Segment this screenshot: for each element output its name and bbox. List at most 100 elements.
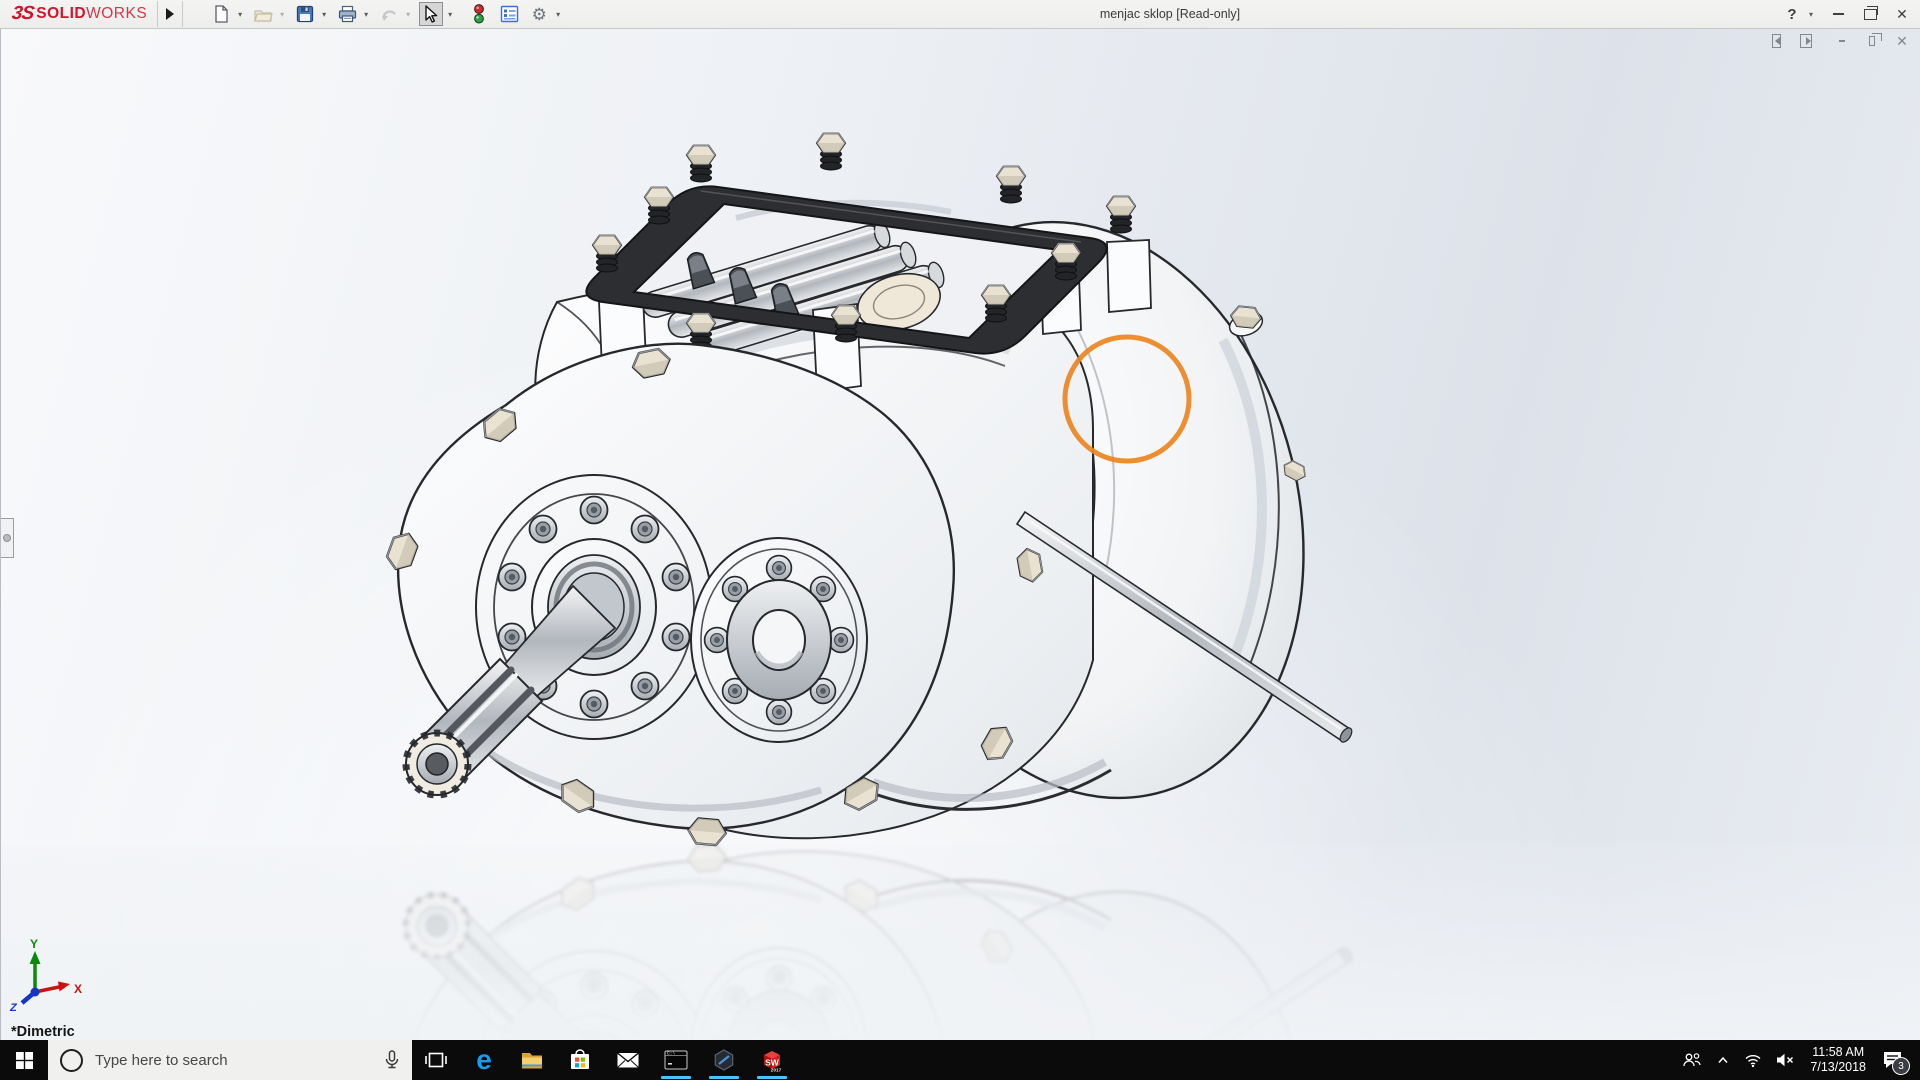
file-properties-button[interactable] (497, 2, 521, 26)
dropdown-caret[interactable]: ▾ (445, 10, 455, 19)
edge-icon: e (476, 1044, 492, 1075)
command-prompt-button[interactable]: C:\ (652, 1040, 700, 1080)
dropdown-caret[interactable]: ▾ (403, 10, 413, 19)
print-button[interactable] (335, 2, 359, 26)
windows-taskbar: Type here to search e C:\ SW 2017 11:58 … (0, 1040, 1920, 1080)
solidworks-2017-button[interactable]: SW 2017 (748, 1040, 796, 1080)
titlebar: 3S SOLID WORKS ▾ ▾ ▾ ▾ ▾ ▾ ⚙ ▾ menjac sk… (0, 0, 1920, 29)
doc-minimize-button[interactable] (1833, 33, 1851, 49)
logo-text-solid: SOLID (36, 5, 87, 22)
svg-text:SW: SW (765, 1058, 780, 1068)
start-button[interactable] (0, 1040, 48, 1080)
close-icon: ✕ (1896, 6, 1908, 22)
select-cursor-icon (425, 5, 438, 23)
help-button[interactable]: ? (1782, 2, 1802, 26)
clock[interactable]: 11:58 AM 7/13/2018 (1802, 1040, 1874, 1080)
action-center-button[interactable]: 3 (1874, 1040, 1916, 1080)
task-view-icon (425, 1052, 447, 1068)
task-view-button[interactable] (412, 1040, 460, 1080)
close-button[interactable]: ✕ (1888, 2, 1916, 26)
dropdown-caret[interactable]: ▾ (553, 10, 563, 19)
new-document-icon (215, 5, 228, 23)
open-button[interactable] (251, 2, 275, 26)
featuremanager-collapsed-tab[interactable] (1, 518, 14, 558)
wifi-icon (1745, 1055, 1761, 1068)
taskbar-search-field[interactable]: Type here to search (48, 1040, 412, 1080)
gearbox-model-scene[interactable]: Y X Z (1, 28, 1920, 1040)
separator (182, 1, 184, 27)
svg-text:C:\: C:\ (667, 1051, 675, 1057)
minimize-button[interactable] (1824, 2, 1852, 26)
y-axis-label: Y (30, 937, 38, 951)
z-axis-label: Z (9, 1002, 18, 1014)
store-icon (571, 1049, 589, 1069)
undo-button[interactable] (377, 2, 401, 26)
tab-dot-icon (3, 534, 11, 542)
gearbox-assembly-model[interactable] (384, 133, 1362, 845)
show-hidden-icons-button[interactable] (1709, 1040, 1737, 1080)
mail-button[interactable] (604, 1040, 652, 1080)
doc-close-button[interactable]: ✕ (1893, 33, 1911, 49)
dropdown-caret[interactable]: ▾ (235, 10, 245, 19)
restore-icon (1869, 33, 1882, 46)
minimize-icon (1832, 13, 1844, 15)
pane-left-icon (1771, 34, 1781, 48)
file-properties-icon (500, 5, 518, 23)
standard-toolbar: ▾ ▾ ▾ ▾ ▾ ▾ ⚙ ▾ (209, 0, 567, 28)
mail-envelope-icon (617, 1052, 639, 1068)
people-icon (1683, 1053, 1701, 1067)
restore-icon (1863, 5, 1878, 20)
select-tool-button[interactable] (419, 2, 444, 26)
tray-date: 7/13/2018 (1810, 1060, 1866, 1074)
save-button[interactable] (293, 2, 317, 26)
close-icon: ✕ (1896, 32, 1908, 49)
show-featuremanager-pane-button[interactable] (1767, 33, 1785, 49)
new-document-button[interactable] (209, 2, 233, 26)
tray-time: 11:58 AM (1812, 1045, 1865, 1059)
network-button[interactable] (1737, 1040, 1769, 1080)
chevron-up-icon (1718, 1056, 1728, 1063)
options-gear-icon: ⚙ (531, 4, 547, 24)
system-tray: 11:58 AM 7/13/2018 3 (1675, 1040, 1920, 1080)
undo-arrow-icon (381, 10, 396, 21)
microsoft-store-button[interactable] (556, 1040, 604, 1080)
taskbar-apps: e C:\ SW 2017 (412, 1040, 796, 1080)
dropdown-caret[interactable]: ▾ (319, 10, 329, 19)
cortana-icon (60, 1048, 83, 1072)
notification-badge: 3 (1892, 1057, 1910, 1075)
logo-text-works: WORKS (86, 5, 148, 22)
dropdown-caret[interactable]: ▾ (277, 10, 287, 19)
open-folder-icon (253, 10, 273, 22)
file-explorer-button[interactable] (508, 1040, 556, 1080)
svg-text:2017: 2017 (771, 1068, 782, 1074)
save-floppy-icon (297, 5, 314, 23)
solidworks-logo: 3S SOLID WORKS (0, 0, 157, 28)
document-window-controls: ✕ (1767, 33, 1911, 49)
doc-restore-button[interactable] (1863, 33, 1882, 49)
show-display-pane-button[interactable] (1797, 33, 1815, 49)
window-controls: ? ▾ ✕ (1782, 0, 1916, 28)
volume-button[interactable] (1769, 1040, 1802, 1080)
print-icon (338, 5, 356, 23)
hexagon-utility-button[interactable] (700, 1040, 748, 1080)
windows-logo-icon (15, 1051, 33, 1069)
rebuild-button[interactable] (467, 2, 491, 26)
minimize-icon (1839, 40, 1845, 42)
volume-muted-icon (1777, 1053, 1794, 1067)
document-title: menjac sklop [Read-only] (1099, 7, 1241, 21)
microsoft-edge-button[interactable]: e (460, 1040, 508, 1080)
microphone-icon[interactable] (384, 1050, 400, 1070)
search-placeholder-text: Type here to search (95, 1051, 228, 1069)
dassault-3s-mark: 3S (10, 3, 35, 24)
options-button[interactable]: ⚙ (527, 2, 551, 26)
right-triangle-icon (166, 8, 175, 20)
solidworks-window: 3S SOLID WORKS ▾ ▾ ▾ ▾ ▾ ▾ ⚙ ▾ menjac sk… (0, 0, 1920, 1080)
people-button[interactable] (1675, 1040, 1709, 1080)
menu-expand-arrow-button[interactable] (158, 1, 182, 27)
help-dropdown-caret[interactable]: ▾ (1806, 10, 1816, 19)
graphics-area[interactable]: Y X Z ✕ *Dimetric (0, 28, 1920, 1040)
solidworks-2017-icon: SW 2017 (764, 1051, 782, 1074)
x-axis-label: X (74, 982, 82, 996)
dropdown-caret[interactable]: ▾ (361, 10, 371, 19)
restore-button[interactable] (1856, 2, 1884, 26)
